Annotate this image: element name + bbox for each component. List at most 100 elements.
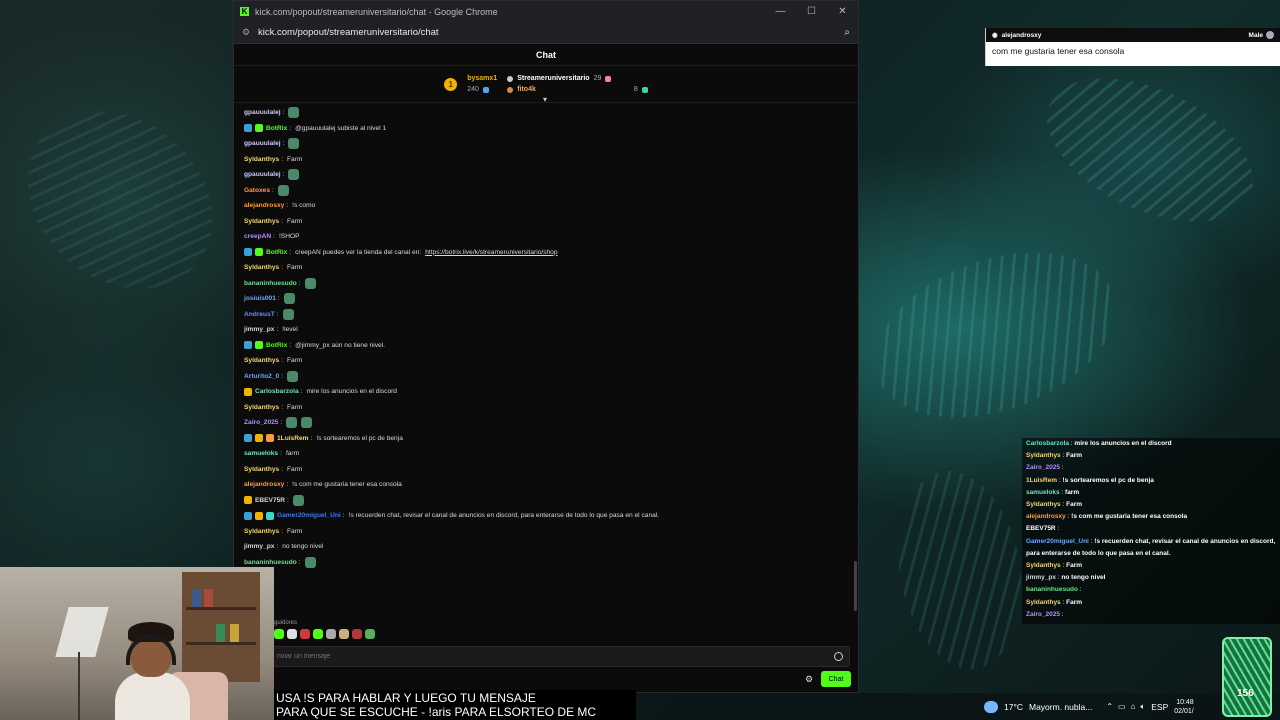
search-icon[interactable]: ⌕ xyxy=(844,27,850,38)
user-badge-icon xyxy=(244,387,252,396)
maximize-button[interactable]: ☐ xyxy=(796,6,827,17)
emote-icon[interactable] xyxy=(326,629,336,639)
battery-icon[interactable]: ▭ xyxy=(1118,702,1126,712)
chat-username[interactable]: josiuis001 xyxy=(244,295,276,302)
chat-username[interactable]: gpauuulalej xyxy=(244,171,281,178)
address-bar[interactable]: ⚙ kick.com/popout/streameruniversitario/… xyxy=(234,22,858,44)
chat-message: josiuis001: xyxy=(244,291,848,307)
emote-icon[interactable] xyxy=(339,629,349,639)
avatar xyxy=(1266,31,1274,39)
chat-emote-icon xyxy=(288,138,300,150)
chat-username[interactable]: Syldanthys xyxy=(244,528,279,535)
separator: : xyxy=(287,496,289,504)
emote-icon[interactable] xyxy=(300,629,310,639)
separator: : xyxy=(272,186,274,194)
gift-icon xyxy=(605,75,612,82)
emote-icon[interactable] xyxy=(274,629,284,639)
chevron-up-icon[interactable]: ⌃ xyxy=(1106,702,1113,712)
chat-username[interactable]: Carlosbarzola xyxy=(255,388,299,395)
chat-message-text: Farm xyxy=(287,217,303,225)
chat-username[interactable]: BotRix xyxy=(266,342,287,349)
chat-input-box[interactable] xyxy=(270,646,850,667)
chat-message: Carlosbarzola: mire los anuncios en el di… xyxy=(244,384,848,400)
chat-username[interactable]: jimmy_px xyxy=(244,326,274,333)
chat-message: samueloks: farm xyxy=(244,446,848,462)
separator: : xyxy=(282,109,285,117)
language-indicator[interactable]: ESP xyxy=(1151,702,1168,712)
chat-settings-gear-icon[interactable]: ⚙ xyxy=(805,674,813,685)
chat-username[interactable]: Gatoxes xyxy=(244,187,270,194)
weather-description[interactable]: Mayorm. nubla... xyxy=(1029,702,1092,712)
separator: : xyxy=(342,512,345,520)
user-badge-icon xyxy=(244,341,252,350)
chat-message: gpauuulalej: xyxy=(244,105,848,121)
chat-username[interactable]: Syldanthys xyxy=(244,404,279,411)
chat-username[interactable]: Zairo_2025 xyxy=(244,419,278,426)
overlay-chat-message: samueloks : farm xyxy=(1026,487,1276,499)
emote-icon[interactable] xyxy=(287,629,297,639)
caption-line-2: PARA QUE SE ESCUCHE - !aris PARA ELSORTE… xyxy=(276,705,597,720)
chat-username[interactable]: BotRix xyxy=(266,249,287,256)
chat-username[interactable]: Arturito2_0 xyxy=(244,373,279,380)
chat-message: 1LuisRem: !s sortearemos el pc de benja xyxy=(244,431,848,447)
chat-message-input[interactable] xyxy=(277,653,834,660)
emoji-picker-icon[interactable] xyxy=(834,652,843,661)
emote-icon[interactable] xyxy=(313,629,323,639)
chat-username[interactable]: Syldanthys xyxy=(244,156,279,163)
user-badge-icon xyxy=(255,248,263,257)
chat-message: Syldanthys: Farm xyxy=(244,353,848,369)
chat-username[interactable]: 1LuisRem xyxy=(277,435,309,442)
emote-icon[interactable] xyxy=(365,629,375,639)
chat-username[interactable]: Syldanthys xyxy=(244,357,279,364)
chat-username[interactable]: Syldanthys xyxy=(244,264,279,271)
chat-scrollbar[interactable] xyxy=(854,561,857,611)
chat-username[interactable]: BotRix xyxy=(266,125,287,132)
window-titlebar: K kick.com/popout/streameruniversitario/… xyxy=(234,1,858,22)
kick-favicon-icon: K xyxy=(240,7,249,16)
weather-temperature[interactable]: 17°C xyxy=(1004,702,1023,712)
chat-username[interactable]: jimmy_px xyxy=(244,543,274,550)
separator: : xyxy=(281,465,284,473)
separator: : xyxy=(1078,586,1082,594)
network-icon[interactable]: ⌂ xyxy=(1131,702,1136,712)
leader-3-name: fito4k xyxy=(517,86,536,93)
chat-username[interactable]: Syldanthys xyxy=(244,218,279,225)
site-settings-icon[interactable]: ⚙ xyxy=(242,27,252,38)
chat-link[interactable]: https://botrix.live/k/streameruniversita… xyxy=(425,249,557,256)
webcam-overlay xyxy=(0,567,274,720)
volume-icon[interactable]: 🔈︎ xyxy=(1140,702,1145,712)
chat-username[interactable]: Syldanthys xyxy=(244,466,279,473)
minimize-button[interactable]: — xyxy=(765,6,796,17)
user-badge-icon xyxy=(255,434,263,443)
close-button[interactable]: ✕ xyxy=(827,6,858,17)
chat-username[interactable]: EBEV75R xyxy=(255,497,285,504)
chat-username[interactable]: alejandrosxy xyxy=(244,481,284,488)
overlay-chat-text: Farm xyxy=(1066,501,1083,509)
chat-username[interactable]: Gamer20miguel_Uni xyxy=(277,512,341,519)
chat-message: Syldanthys: Farm xyxy=(244,524,848,540)
chat-message-text: !s recuerden chat, revisar el canal de a… xyxy=(348,512,660,520)
chat-message: bananinhuesudo: xyxy=(244,276,848,292)
url-text[interactable]: kick.com/popout/streameruniversitario/ch… xyxy=(258,27,844,38)
chat-message: Gamer20miguel_Uni: !s recuerden chat, rev… xyxy=(244,508,848,524)
chat-username[interactable]: bananinhuesudo xyxy=(244,280,297,287)
weather-cloud-icon[interactable] xyxy=(984,700,998,713)
chat-username[interactable]: samueloks xyxy=(244,450,278,457)
chat-username[interactable]: gpauuulalej xyxy=(244,140,281,147)
chat-username[interactable]: AndreusT xyxy=(244,311,275,318)
chat-username[interactable]: gpauuulalej xyxy=(244,109,281,116)
chat-username[interactable]: alejandrosxy xyxy=(244,202,284,209)
collapse-chevron-icon[interactable]: ▾ xyxy=(543,95,547,104)
chat-message-list[interactable]: gpauuulalej: BotRix: @gpauuulalej subiste … xyxy=(234,105,858,645)
send-chat-button[interactable]: Chat xyxy=(821,671,851,687)
chat-username[interactable]: bananinhuesudo xyxy=(244,559,297,566)
chat-message: Arturito2_0: xyxy=(244,369,848,385)
emote-icon[interactable] xyxy=(352,629,362,639)
gift-leaderboard: 1 bysamx1 240 Streameruniversitario 29 fi… xyxy=(234,66,858,104)
chat-message: Farm xyxy=(244,570,848,586)
chat-username[interactable]: creepAN xyxy=(244,233,271,240)
clock[interactable]: 10:48 02/01/ xyxy=(1174,698,1193,716)
separator: : xyxy=(281,357,284,365)
overlay-chat-text: !s com me gustaria tener esa consola xyxy=(1071,513,1188,521)
separator: : xyxy=(276,326,279,334)
